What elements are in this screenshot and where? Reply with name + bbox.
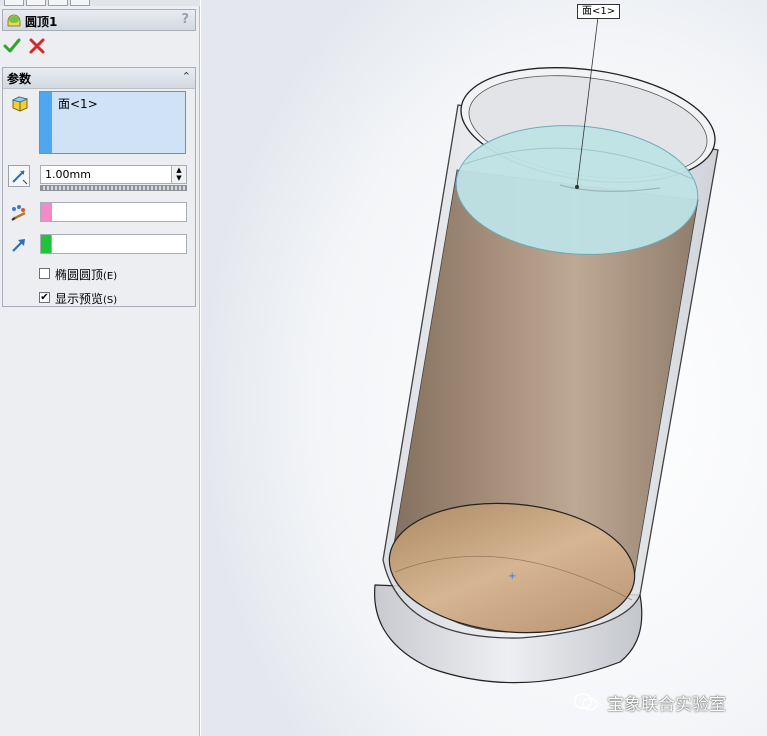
wechat-icon: [573, 693, 598, 711]
face-callout-label[interactable]: 面<1>: [577, 4, 621, 19]
parameters-group: 参数 ⌃ 面<1> ▲▼: [2, 67, 196, 307]
distance-input[interactable]: [40, 165, 187, 184]
watermark-text: 宝象联合实验室: [607, 694, 726, 715]
origin-marker-icon: +: [508, 571, 516, 582]
dome-feature-icon: [7, 14, 21, 27]
face-selection-icon: [11, 96, 29, 112]
parameters-header[interactable]: 参数 ⌃: [3, 68, 195, 89]
parameters-title: 参数: [7, 72, 32, 86]
distance-thumbwheel[interactable]: [40, 185, 187, 191]
show-preview-label: 显示预览(S): [55, 292, 118, 306]
elliptical-dome-label: 椭圆圆顶(E): [55, 268, 118, 282]
collapse-icon[interactable]: ⌃: [182, 70, 191, 83]
direction-color: [40, 234, 52, 254]
property-manager: 圆顶1 ? 参数 ⌃ 面<1> ▲▼: [0, 0, 200, 736]
panel-tabs: [0, 0, 200, 6]
constraint-point-field[interactable]: [52, 202, 187, 222]
tab-feature-manager[interactable]: [4, 0, 24, 6]
feature-title: 圆顶1: [25, 15, 58, 29]
tab-dim-expert[interactable]: [70, 0, 90, 6]
distance-icon[interactable]: [8, 165, 30, 187]
cancel-x-icon[interactable]: [28, 37, 46, 55]
watermark: 宝象联合实验室: [573, 690, 726, 715]
graphics-viewport[interactable]: +: [201, 0, 767, 736]
constraint-point-icon: [11, 205, 26, 221]
tab-property-manager[interactable]: [26, 0, 46, 6]
ok-checkmark-icon[interactable]: [3, 37, 21, 55]
selected-face-item[interactable]: 面<1>: [58, 95, 98, 112]
constraint-point-color: [40, 202, 52, 222]
direction-arrow-icon[interactable]: [9, 235, 29, 255]
feature-header: 圆顶1 ?: [2, 9, 196, 31]
tab-config-manager[interactable]: [48, 0, 68, 6]
elliptical-dome-checkbox[interactable]: [39, 268, 50, 279]
face-selection-box[interactable]: 面<1>: [39, 91, 186, 154]
help-icon[interactable]: ?: [181, 12, 189, 27]
distance-spinner[interactable]: ▲ ▼: [171, 166, 186, 183]
show-preview-checkbox[interactable]: ✔: [39, 292, 50, 303]
selection-color-bar: [40, 92, 52, 153]
direction-field[interactable]: [52, 234, 187, 254]
